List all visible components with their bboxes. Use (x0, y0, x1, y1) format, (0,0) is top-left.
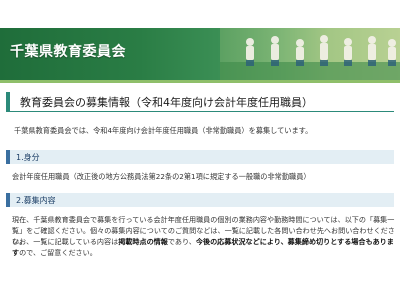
header-banner: 千葉県教育委員会 (0, 28, 400, 80)
notice-bold-text: 掲載時点の情報 (118, 237, 168, 246)
section-heading-status: 1.身分 (6, 150, 394, 164)
section-heading-recruitment: 2.募集内容 (6, 193, 394, 207)
section-heading-label: 1.身分 (16, 153, 40, 162)
banner-photo-students (220, 28, 400, 80)
status-text: 会計年度任用職員（改正後の地方公務員法第22条の2第1項に規定する一般職の非常勤… (12, 172, 311, 181)
notice-text: であり、 (167, 237, 196, 246)
site-title[interactable]: 千葉県教育委員会 (10, 41, 126, 61)
notice-text: なお、一覧に記載している内容は (12, 237, 119, 246)
notice-paragraph: なお、一覧に記載している内容は掲載時点の情報であり、今後の応募状況などにより、募… (12, 236, 396, 258)
intro-text: 千葉県教育委員会では、令和4年度向け会計年度任用職員（非常勤職員）を募集していま… (14, 126, 313, 135)
page-title: 教育委員会の募集情報（令和4年度向け会計年度任用職員） (20, 96, 313, 109)
banner-divider (0, 80, 400, 83)
section-heading-label: 2.募集内容 (16, 196, 56, 205)
page-title-box: 教育委員会の募集情報（令和4年度向け会計年度任用職員） (6, 92, 394, 112)
notice-text: ので、ご留意ください。 (19, 248, 97, 257)
